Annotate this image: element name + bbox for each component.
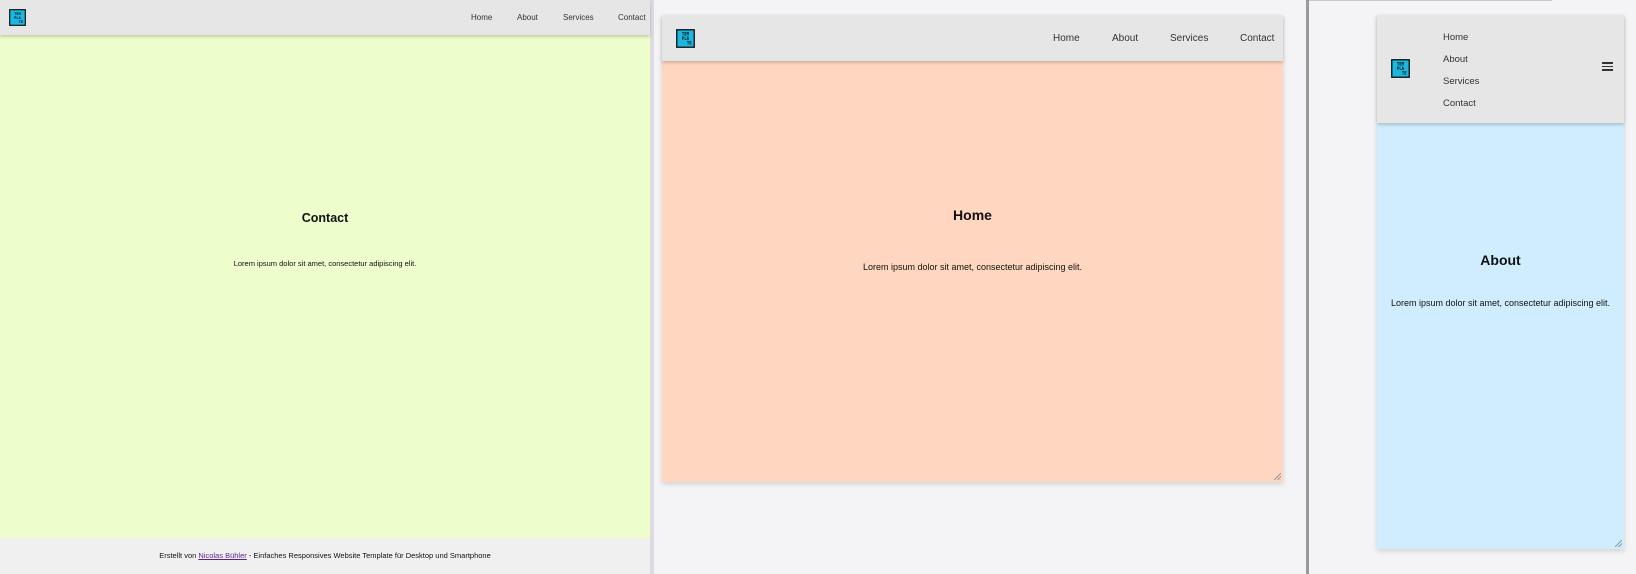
nav-services[interactable]: Services [1443, 76, 1479, 98]
nav-about[interactable]: About [1443, 54, 1479, 76]
template-logo-icon[interactable]: TEM PLA TE [1391, 59, 1410, 78]
nav-contact[interactable]: Contact [618, 13, 646, 22]
resize-handle-icon[interactable] [1615, 540, 1622, 547]
panel-divider [1306, 0, 1309, 574]
mobile-menu: Home About Services Contact [1443, 32, 1479, 120]
navbar: TEM PLA TE Home About Services Contact [1377, 15, 1624, 123]
template-logo-icon[interactable]: TEM PLA TE [9, 9, 26, 26]
body-text: Lorem ipsum dolor sit amet, consectetur … [862, 262, 1083, 272]
nav-services[interactable]: Services [563, 13, 594, 22]
tablet-preview: TEM PLA TE Home About Services Contact H… [662, 15, 1283, 482]
body-text: Lorem ipsum dolor sit amet, consectetur … [1390, 298, 1611, 308]
resize-handle-icon[interactable] [1274, 473, 1281, 480]
top-border-line [1309, 0, 1552, 1]
panel-divider [650, 0, 654, 574]
desktop-preview: TEM PLA TE Home About Services Contact C… [0, 0, 650, 574]
svg-text:TE: TE [687, 41, 692, 46]
svg-text:TE: TE [19, 20, 23, 24]
author-link[interactable]: Nicolas Bühler [198, 551, 246, 560]
footer-prefix: Erstellt von [159, 551, 199, 560]
mobile-preview: TEM PLA TE Home About Services Contact A… [1377, 15, 1624, 549]
footer: Erstellt von Nicolas Bühler - Einfaches … [0, 538, 650, 574]
nav-services[interactable]: Services [1170, 33, 1208, 44]
page-title: Home [953, 207, 992, 223]
svg-text:TE: TE [1402, 71, 1407, 76]
body-text: Lorem ipsum dolor sit amet, consectetur … [233, 259, 417, 268]
nav-home[interactable]: Home [471, 13, 492, 22]
page-title: Contact [301, 211, 349, 225]
page-title: About [1480, 252, 1521, 268]
navbar: TEM PLA TE Home About Services Contact [662, 15, 1283, 61]
nav-about[interactable]: About [1112, 33, 1138, 44]
nav-home[interactable]: Home [1443, 32, 1479, 54]
nav-contact[interactable]: Contact [1240, 33, 1274, 44]
footer-suffix: - Einfaches Responsives Website Template… [246, 551, 491, 560]
nav-contact[interactable]: Contact [1443, 98, 1479, 120]
main-content: Contact Lorem ipsum dolor sit amet, cons… [0, 35, 650, 538]
nav-home[interactable]: Home [1053, 33, 1080, 44]
navbar: TEM PLA TE Home About Services Contact [0, 0, 650, 35]
hamburger-menu-icon[interactable] [1602, 62, 1613, 71]
svg-text:PLA: PLA [14, 16, 21, 20]
template-logo-icon[interactable]: TEM PLA TE [676, 29, 695, 48]
nav-about[interactable]: About [517, 13, 538, 22]
